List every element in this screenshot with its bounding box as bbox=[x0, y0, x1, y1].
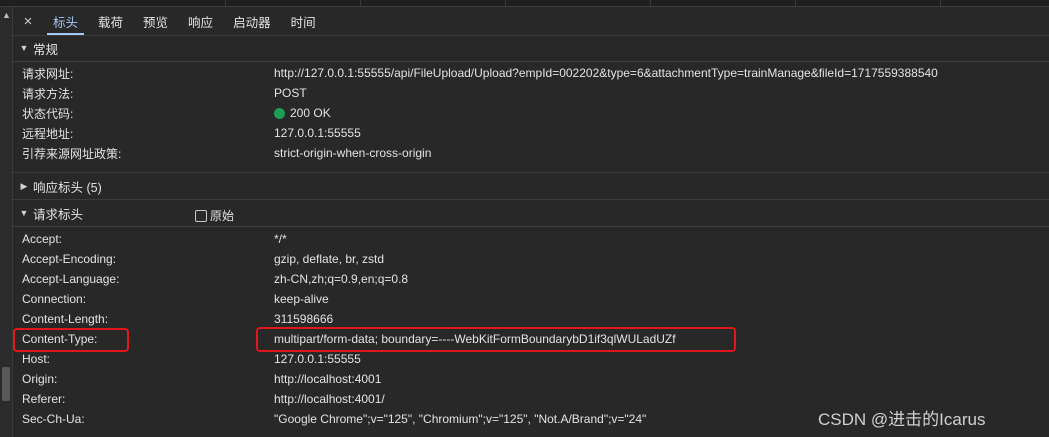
header-key: Accept-Encoding: bbox=[22, 252, 117, 266]
header-value: http://localhost:4001 bbox=[274, 372, 382, 386]
request-headers-section-header[interactable]: ▼ 请求标头 bbox=[13, 201, 1049, 225]
general-key: 引荐来源网址政策: bbox=[22, 146, 122, 161]
raw-label: 原始 bbox=[210, 209, 235, 223]
general-section-header[interactable]: ▼ 常规 bbox=[13, 36, 1049, 60]
tab-payload[interactable]: 载荷 bbox=[88, 7, 133, 35]
header-key: Connection: bbox=[22, 292, 87, 306]
header-value: zh-CN,zh;q=0.9,en;q=0.8 bbox=[274, 272, 409, 286]
content-type-value-highlight bbox=[256, 327, 736, 352]
expanded-triangle-icon: ▼ bbox=[19, 208, 29, 218]
top-strip bbox=[0, 0, 1049, 7]
general-value: 127.0.0.1:55555 bbox=[274, 126, 361, 140]
request-headers-title: 请求标头 bbox=[33, 207, 84, 222]
collapsed-triangle-icon: ▶ bbox=[20, 180, 28, 191]
header-key: Accept-Language: bbox=[22, 272, 120, 286]
request-header-row: Content-Length: 311598666 bbox=[22, 309, 1032, 329]
header-key: Origin: bbox=[22, 372, 58, 386]
request-header-row: Accept: */* bbox=[22, 229, 1032, 249]
general-row-method: 请求方法: POST bbox=[22, 83, 1032, 103]
request-header-row: Host: 127.0.0.1:55555 bbox=[22, 349, 1032, 369]
request-header-row: Connection: keep-alive bbox=[22, 289, 1032, 309]
general-section-title: 常规 bbox=[33, 42, 59, 57]
general-row-referrer-policy: 引荐来源网址政策: strict-origin-when-cross-origi… bbox=[22, 143, 1032, 163]
tab-headers[interactable]: 标头 bbox=[43, 7, 88, 35]
header-key: Accept: bbox=[22, 232, 63, 246]
content-type-key-highlight bbox=[13, 328, 129, 352]
general-key: 状态代码: bbox=[22, 106, 74, 121]
general-key: 远程地址: bbox=[22, 126, 74, 141]
expanded-triangle-icon: ▼ bbox=[19, 43, 29, 53]
general-key: 请求网址: bbox=[22, 66, 74, 81]
request-header-row: Accept-Language: zh-CN,zh;q=0.9,en;q=0.8 bbox=[22, 269, 1032, 289]
general-value: http://127.0.0.1:55555/api/FileUpload/Up… bbox=[274, 66, 938, 80]
general-row-url: 请求网址: http://127.0.0.1:55555/api/FileUpl… bbox=[22, 63, 1032, 83]
status-ok-icon bbox=[274, 107, 285, 119]
tab-response[interactable]: 响应 bbox=[178, 7, 223, 35]
response-headers-title: 响应标头 (5) bbox=[33, 180, 102, 195]
header-key: Content-Length: bbox=[22, 312, 109, 326]
header-value: */* bbox=[274, 232, 287, 246]
raw-checkbox[interactable] bbox=[195, 209, 207, 222]
close-icon[interactable]: × bbox=[13, 7, 43, 35]
header-key: Sec-Ch-Ua: bbox=[22, 412, 85, 426]
request-header-row: Accept-Encoding: gzip, deflate, br, zstd bbox=[22, 249, 1032, 269]
header-value: gzip, deflate, br, zstd bbox=[274, 252, 385, 266]
divider bbox=[13, 226, 1049, 227]
status-text: 200 OK bbox=[290, 106, 331, 120]
header-value: "Google Chrome";v="125", "Chromium";v="1… bbox=[274, 412, 647, 426]
header-value: 311598666 bbox=[274, 312, 334, 326]
header-key: Host: bbox=[22, 352, 51, 366]
tab-timing[interactable]: 时间 bbox=[281, 7, 326, 35]
scroll-up-icon[interactable]: ▲ bbox=[2, 10, 11, 20]
tab-initiator[interactable]: 启动器 bbox=[223, 7, 281, 35]
general-row-status: 状态代码: 200 OK bbox=[22, 103, 1032, 123]
watermark: CSDN @进击的Icarus bbox=[818, 410, 986, 429]
general-key: 请求方法: bbox=[22, 86, 74, 101]
response-headers-section-header[interactable]: ▶ 响应标头 (5) bbox=[13, 174, 1049, 198]
raw-toggle[interactable]: 原始 bbox=[195, 207, 234, 224]
tab-preview[interactable]: 预览 bbox=[133, 7, 178, 35]
divider bbox=[13, 199, 1049, 200]
divider bbox=[13, 172, 1049, 173]
general-value: POST bbox=[274, 86, 307, 100]
status-value: 200 OK bbox=[274, 106, 331, 120]
header-value: keep-alive bbox=[274, 292, 329, 306]
header-key: Referer: bbox=[22, 392, 66, 406]
scrollbar-thumb[interactable] bbox=[2, 367, 10, 401]
left-scrollbar[interactable]: ▲ bbox=[0, 7, 13, 437]
header-value: 127.0.0.1:55555 bbox=[274, 352, 361, 366]
header-value: http://localhost:4001/ bbox=[274, 392, 385, 406]
divider bbox=[13, 61, 1049, 62]
general-value: strict-origin-when-cross-origin bbox=[274, 146, 432, 160]
general-row-remote: 远程地址: 127.0.0.1:55555 bbox=[22, 123, 1032, 143]
request-header-row: Origin: http://localhost:4001 bbox=[22, 369, 1032, 389]
tab-bar: × 标头 载荷 预览 响应 启动器 时间 bbox=[13, 7, 1049, 36]
